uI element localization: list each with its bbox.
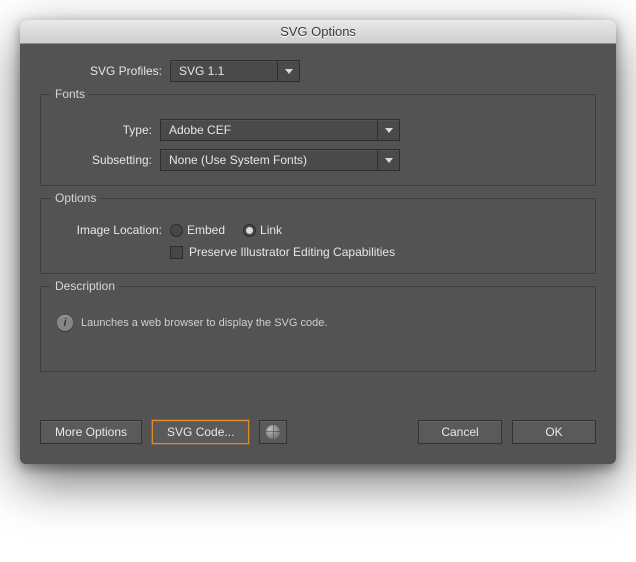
footer: More Options SVG Code... Cancel OK xyxy=(40,420,596,444)
embed-radio[interactable] xyxy=(170,224,183,237)
image-location-label: Image Location: xyxy=(55,223,170,237)
fonts-legend: Fonts xyxy=(51,87,89,101)
svg-code-button[interactable]: SVG Code... xyxy=(152,420,249,444)
chevron-down-icon xyxy=(277,61,299,81)
link-radio-label[interactable]: Link xyxy=(260,223,282,237)
font-type-label: Type: xyxy=(55,123,160,137)
globe-icon xyxy=(266,425,280,439)
description-group: Description i Launches a web browser to … xyxy=(40,286,596,372)
link-radio[interactable] xyxy=(243,224,256,237)
svg-profiles-row: SVG Profiles: SVG 1.1 xyxy=(40,60,596,82)
more-options-button[interactable]: More Options xyxy=(40,420,142,444)
svg-profiles-label: SVG Profiles: xyxy=(40,64,170,78)
font-type-select[interactable]: Adobe CEF xyxy=(160,119,400,141)
web-preview-button[interactable] xyxy=(259,420,287,444)
preserve-editing-checkbox[interactable] xyxy=(170,246,183,259)
description-text: Launches a web browser to display the SV… xyxy=(81,317,327,329)
cancel-button[interactable]: Cancel xyxy=(418,420,502,444)
font-type-value: Adobe CEF xyxy=(169,123,377,137)
svg-profiles-select[interactable]: SVG 1.1 xyxy=(170,60,300,82)
chevron-down-icon xyxy=(377,150,399,170)
ok-button[interactable]: OK xyxy=(512,420,596,444)
content-area: SVG Profiles: SVG 1.1 Fonts Type: Adobe … xyxy=(20,44,616,464)
embed-radio-label[interactable]: Embed xyxy=(187,223,225,237)
font-subsetting-select[interactable]: None (Use System Fonts) xyxy=(160,149,400,171)
cancel-label: Cancel xyxy=(441,425,478,439)
options-legend: Options xyxy=(51,191,100,205)
preserve-editing-label[interactable]: Preserve Illustrator Editing Capabilitie… xyxy=(189,245,395,259)
more-options-label: More Options xyxy=(55,425,127,439)
svg-profiles-value: SVG 1.1 xyxy=(179,64,277,78)
svg-code-label: SVG Code... xyxy=(167,425,234,439)
font-subsetting-label: Subsetting: xyxy=(55,153,160,167)
svg-options-dialog: SVG Options SVG Profiles: SVG 1.1 Fonts … xyxy=(20,20,616,464)
info-icon: i xyxy=(57,315,73,331)
chevron-down-icon xyxy=(377,120,399,140)
font-subsetting-value: None (Use System Fonts) xyxy=(169,153,377,167)
window-title: SVG Options xyxy=(280,24,356,39)
description-legend: Description xyxy=(51,279,119,293)
titlebar: SVG Options xyxy=(20,20,616,44)
ok-label: OK xyxy=(545,425,562,439)
fonts-group: Fonts Type: Adobe CEF Subsetting: None (… xyxy=(40,94,596,186)
options-group: Options Image Location: Embed Link Prese… xyxy=(40,198,596,274)
